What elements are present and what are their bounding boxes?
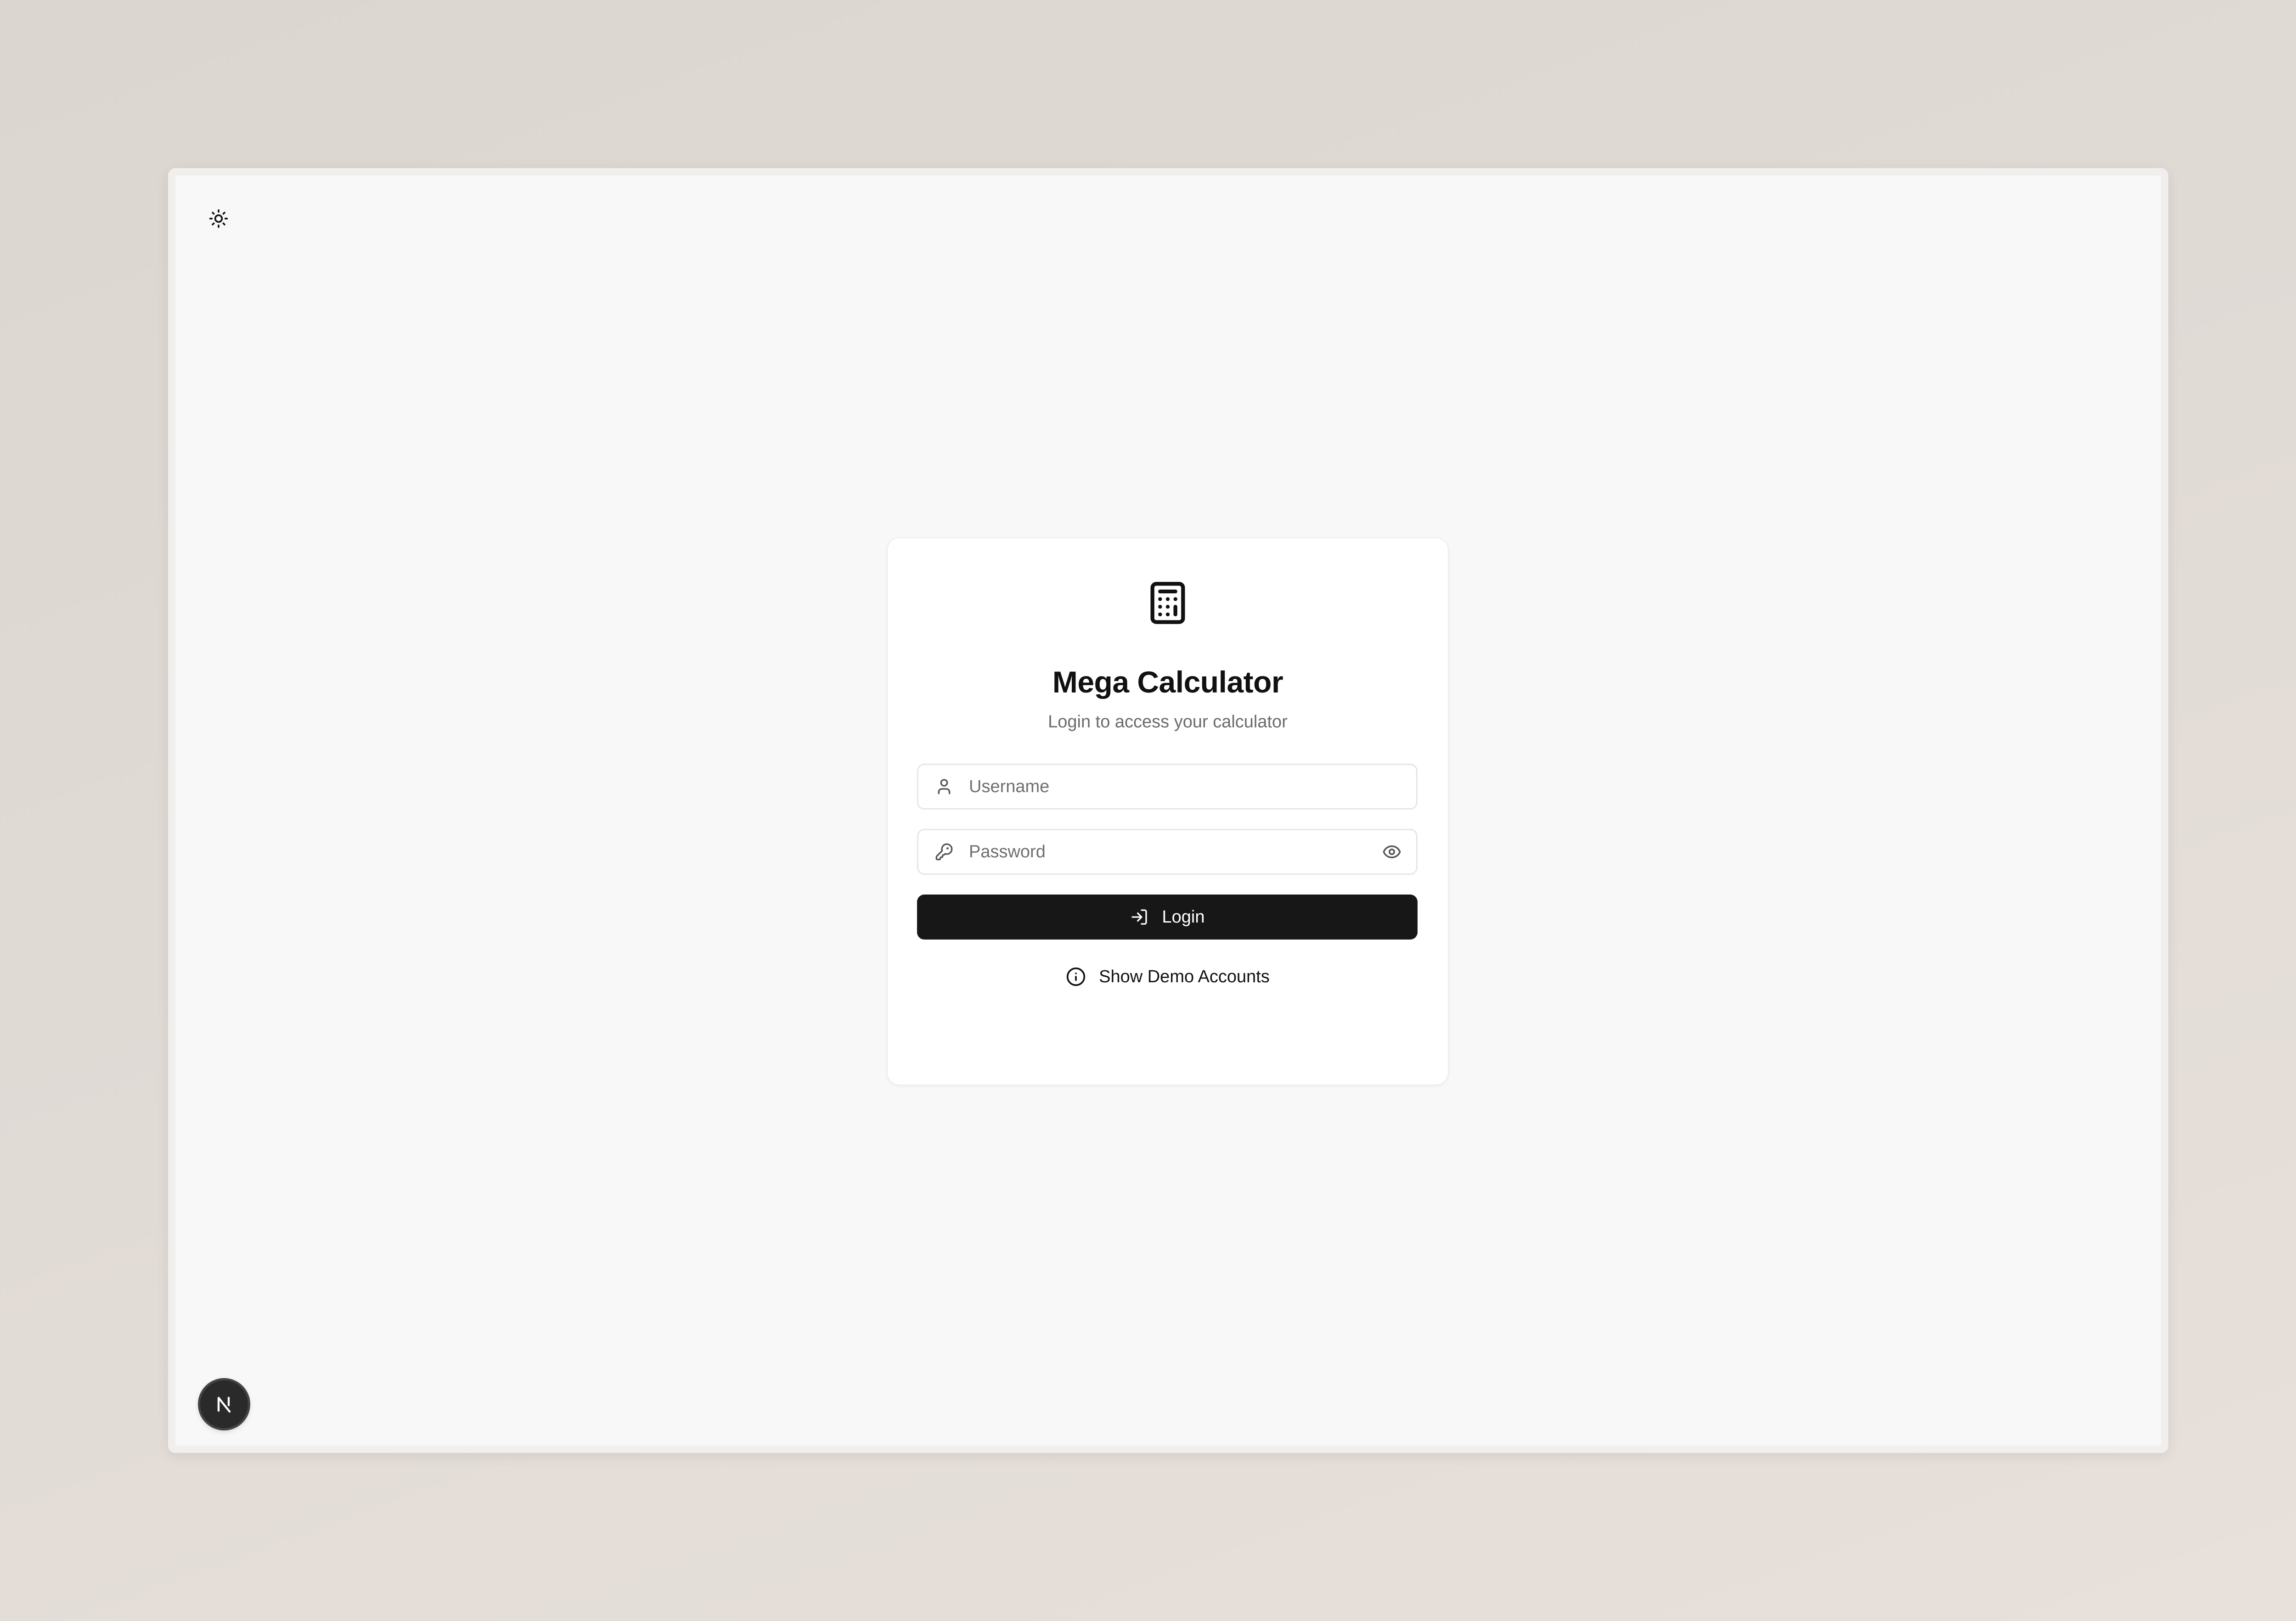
username-input[interactable] [968,766,1416,807]
theme-toggle-button[interactable] [208,208,230,230]
login-card: Mega Calculator Login to access your cal… [888,538,1448,1085]
page-subtitle: Login to access your calculator [1048,712,1288,732]
username-field[interactable] [917,764,1418,810]
login-button-label: Login [1162,907,1205,927]
sun-icon [209,209,228,228]
show-demo-accounts-button[interactable]: Show Demo Accounts [888,961,1448,993]
password-field[interactable] [917,829,1418,875]
nextjs-dev-badge[interactable] [200,1380,248,1428]
show-demo-accounts-label: Show Demo Accounts [1099,967,1270,986]
user-icon [934,777,954,797]
login-button[interactable]: Login [917,895,1418,940]
info-icon [1066,967,1086,986]
calculator-icon [1150,582,1185,624]
password-input[interactable] [968,832,1381,872]
page-title: Mega Calculator [1052,665,1283,699]
log-in-icon [1131,909,1147,925]
show-password-toggle[interactable] [1381,841,1402,862]
browser-window: Mega Calculator Login to access your cal… [168,168,2168,1453]
page-viewport: Mega Calculator Login to access your cal… [175,175,2161,1446]
key-icon [934,842,954,862]
nextjs-logo-icon [217,1396,231,1413]
eye-icon [1383,845,1401,858]
